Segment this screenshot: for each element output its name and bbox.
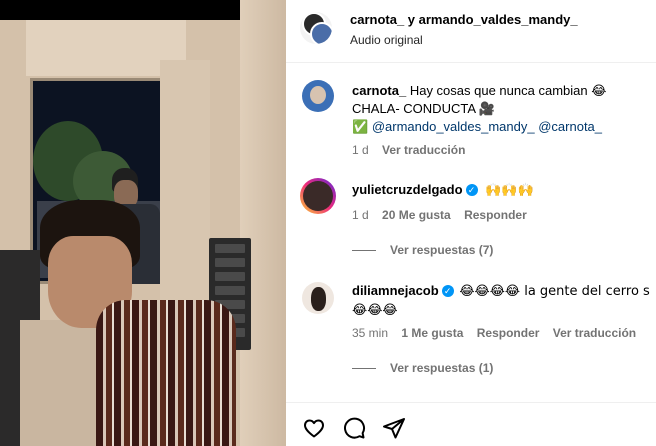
comment-body-line1: 😂😂😂😂 la gente del cerro s — [459, 284, 650, 299]
video-man-shirt — [96, 300, 236, 446]
comment-body-line2: 😂😂😂 — [352, 303, 398, 318]
comment-icon[interactable] — [342, 416, 366, 440]
comment-time[interactable]: 35 min — [352, 326, 388, 340]
comment-meta: 35 min 1 Me gusta Responder Ver traducci… — [352, 326, 636, 340]
caption-line1: Hay cosas que nunca cambian 😂 — [409, 83, 607, 98]
comment-username[interactable]: yulietcruzdelgado — [352, 182, 463, 197]
header-avatar-stack[interactable] — [300, 12, 332, 44]
translate-link[interactable]: Ver traducción — [553, 326, 636, 340]
comment-body: 🙌🙌🙌 — [485, 183, 534, 198]
verified-badge-icon: ✓ — [465, 184, 478, 196]
mention-link[interactable]: @armando_valdes_mandy_ — [372, 119, 535, 134]
header-title[interactable]: carnota_ y armando_valdes_mandy_ — [350, 12, 578, 27]
avatar-face — [310, 86, 326, 104]
share-icon[interactable] — [382, 416, 406, 440]
caption-meta: 1 d Ver traducción — [352, 143, 465, 157]
caption-username[interactable]: carnota_ — [352, 83, 406, 98]
verified-badge-icon: ✓ — [441, 285, 454, 297]
comment-text: yulietcruzdelgado ✓ 🙌🙌🙌 — [352, 181, 534, 200]
avatar-photo — [311, 287, 326, 311]
translate-link[interactable]: Ver traducción — [382, 143, 465, 157]
comment-time[interactable]: 1 d — [352, 208, 369, 222]
heart-icon[interactable] — [302, 416, 326, 440]
comment-text: diliamnejacob ✓ 😂😂😂😂 la gente del cerro s… — [352, 282, 656, 320]
avatar — [310, 22, 332, 44]
post-panel: carnota_ y armando_valdes_mandy_ Audio o… — [286, 0, 656, 446]
header-audio[interactable]: Audio original — [350, 33, 423, 47]
avatar-photo — [303, 181, 333, 211]
actions-divider — [286, 402, 656, 403]
replies-line — [352, 368, 376, 370]
video-player[interactable] — [0, 0, 286, 446]
replies-line — [352, 250, 376, 252]
caption-text: carnota_ Hay cosas que nunca cambian 😂 C… — [352, 82, 652, 136]
comment-username[interactable]: diliamnejacob — [352, 283, 439, 298]
caption-line2: CHALA- CONDUCTA 🎥 — [352, 101, 496, 116]
view-replies[interactable]: Ver respuestas (7) — [352, 243, 493, 257]
avatar[interactable] — [302, 282, 334, 314]
caption-time[interactable]: 1 d — [352, 143, 369, 157]
check-icon: ✅ — [352, 119, 369, 134]
video-right-wall — [240, 0, 286, 446]
likes-count[interactable]: 20 Me gusta — [382, 208, 451, 222]
view-replies-label[interactable]: Ver respuestas (1) — [390, 361, 493, 375]
view-replies[interactable]: Ver respuestas (1) — [352, 361, 493, 375]
likes-count[interactable]: 1 Me gusta — [401, 326, 463, 340]
mention-link[interactable]: @carnota_ — [538, 119, 602, 134]
avatar[interactable] — [302, 80, 334, 112]
view-replies-label[interactable]: Ver respuestas (7) — [390, 243, 493, 257]
header-divider — [286, 62, 656, 63]
reply-button[interactable]: Responder — [464, 208, 527, 222]
avatar[interactable] — [300, 178, 336, 214]
reply-button[interactable]: Responder — [477, 326, 540, 340]
comment-meta: 1 d 20 Me gusta Responder — [352, 208, 527, 222]
